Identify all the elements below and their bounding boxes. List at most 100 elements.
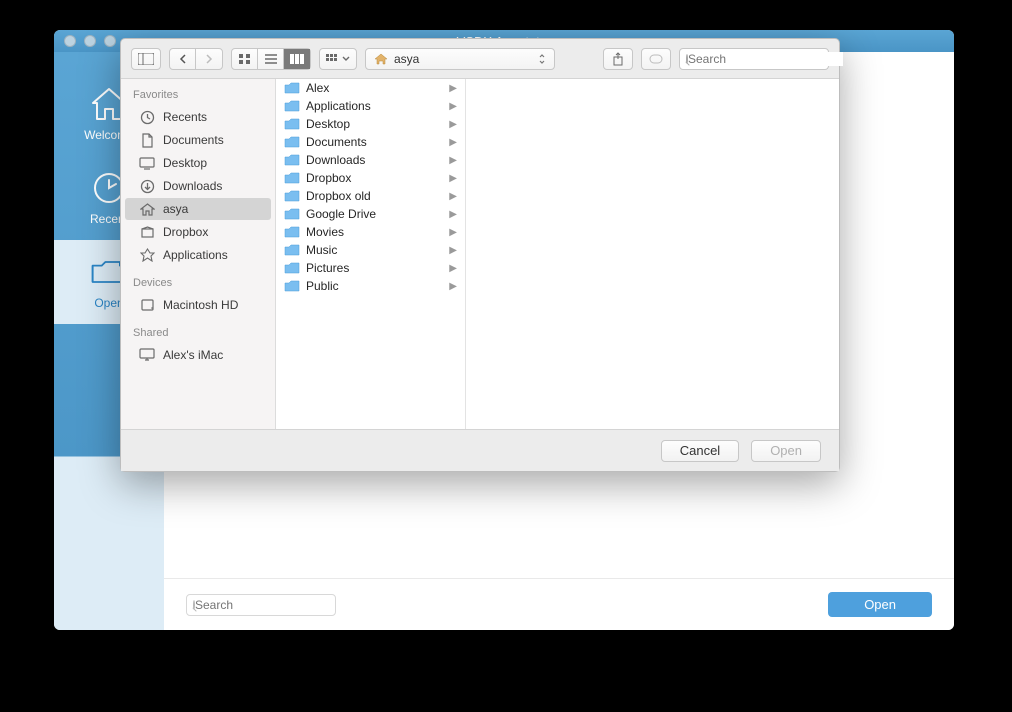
- chevron-right-icon: ▶: [449, 119, 457, 130]
- bottom-search[interactable]: [186, 594, 336, 616]
- chevron-right-icon: ▶: [449, 155, 457, 166]
- bottom-search-input[interactable]: [195, 598, 350, 612]
- list-item-label: Dropbox old: [306, 189, 371, 203]
- view-list-button[interactable]: [258, 49, 284, 69]
- list-item-label: Alex: [306, 81, 329, 95]
- folder-icon: [284, 154, 300, 166]
- folder-icon: [284, 82, 300, 94]
- folder-icon: [284, 136, 300, 148]
- traffic-zoom[interactable]: [104, 35, 116, 47]
- folder-icon: [284, 226, 300, 238]
- chevron-right-icon: ▶: [449, 137, 457, 148]
- recents-icon: [139, 110, 155, 124]
- view-columns-button[interactable]: [284, 49, 310, 69]
- folder-icon: [284, 208, 300, 220]
- list-item-label: Applications: [306, 99, 371, 113]
- disk-icon: [139, 298, 155, 312]
- folder-icon: [284, 172, 300, 184]
- sidebar-row-label: Recents: [163, 110, 207, 124]
- sidebar-row-label: asya: [163, 202, 188, 216]
- dialog-column-2[interactable]: [466, 79, 839, 429]
- dialog-column-1[interactable]: Alex▶Applications▶Desktop▶Documents▶Down…: [276, 79, 466, 429]
- list-item-label: Downloads: [306, 153, 365, 167]
- path-dropdown[interactable]: asya: [365, 48, 555, 70]
- list-item-label: Desktop: [306, 117, 350, 131]
- back-button[interactable]: [170, 49, 196, 69]
- list-item[interactable]: Movies ▶: [276, 223, 465, 241]
- share-button[interactable]: [603, 48, 633, 70]
- list-item[interactable]: Applications ▶: [276, 97, 465, 115]
- open-button[interactable]: Open: [751, 440, 821, 462]
- dialog-footer: Cancel Open: [121, 429, 839, 471]
- arrange-group[interactable]: [319, 48, 357, 70]
- list-item[interactable]: Downloads ▶: [276, 151, 465, 169]
- list-item[interactable]: Music ▶: [276, 241, 465, 259]
- folder-icon: [284, 118, 300, 130]
- list-item-label: Movies: [306, 225, 344, 239]
- chevron-right-icon: ▶: [449, 191, 457, 202]
- sidebar-row[interactable]: Alex's iMac: [125, 344, 271, 366]
- cancel-button[interactable]: Cancel: [661, 440, 739, 462]
- search-icon: [686, 54, 688, 64]
- chevron-updown-icon: [538, 53, 546, 65]
- dropbox-icon: [139, 225, 155, 239]
- list-item[interactable]: Documents▶: [276, 133, 465, 151]
- sidebar-section-header: Devices: [121, 267, 275, 293]
- sidebar-row[interactable]: Desktop: [125, 152, 271, 174]
- imac-icon: [139, 348, 155, 362]
- sidebar-row[interactable]: Documents: [125, 129, 271, 151]
- sidebar-row-label: Alex's iMac: [163, 348, 223, 362]
- documents-icon: [139, 133, 155, 147]
- list-item[interactable]: Pictures▶: [276, 259, 465, 277]
- chevron-right-icon: ▶: [449, 101, 457, 112]
- list-item[interactable]: Public▶: [276, 277, 465, 295]
- sidebar-row[interactable]: Recents: [125, 106, 271, 128]
- traffic-minimize[interactable]: [84, 35, 96, 47]
- apps-icon: [139, 248, 155, 262]
- chevron-right-icon: ▶: [449, 245, 457, 256]
- dialog-search-input[interactable]: [688, 52, 843, 66]
- list-item[interactable]: Desktop ▶: [276, 115, 465, 133]
- path-label: asya: [394, 52, 419, 66]
- sidebar-row[interactable]: Downloads: [125, 175, 271, 197]
- view-icons-button[interactable]: [232, 49, 258, 69]
- sidebar-row[interactable]: Applications: [125, 244, 271, 266]
- list-item-label: Public: [306, 279, 339, 293]
- tags-button[interactable]: [641, 48, 671, 70]
- sidebar-section-header: Favorites: [121, 79, 275, 105]
- folder-icon: [284, 244, 300, 256]
- forward-button[interactable]: [196, 49, 222, 69]
- sidebar-row[interactable]: Dropbox: [125, 221, 271, 243]
- list-item-label: Music: [306, 243, 337, 257]
- chevron-right-icon: ▶: [449, 227, 457, 238]
- folder-icon: [284, 280, 300, 292]
- sidebar-row-label: Documents: [163, 133, 224, 147]
- grid-icon: [326, 54, 338, 64]
- dialog-sidebar[interactable]: Favorites Recents Documents DesktopDownload…: [121, 79, 276, 429]
- sidebar-row[interactable]: asya: [125, 198, 271, 220]
- traffic-close[interactable]: [64, 35, 76, 47]
- home-icon: [139, 202, 155, 216]
- open-dialog: asya FavoritesRecentsDocumentsDesktopDow…: [120, 38, 840, 472]
- list-item-label: Pictures: [306, 261, 349, 275]
- sidebar-row[interactable]: Macintosh HD: [125, 294, 271, 316]
- chevron-right-icon: ▶: [449, 83, 457, 94]
- nav-back-forward: [169, 48, 223, 70]
- sidebar-section-header: Shared: [121, 317, 275, 343]
- view-mode-group: [231, 48, 311, 70]
- sidebar-toggle-button[interactable]: [131, 48, 161, 70]
- chevron-down-icon: [342, 56, 350, 62]
- dialog-body: FavoritesRecentsDocumentsDesktopDownload…: [121, 79, 839, 429]
- list-item[interactable]: Dropbox old ▶: [276, 187, 465, 205]
- open-button-bottom[interactable]: Open: [828, 592, 932, 617]
- list-item[interactable]: Alex ▶: [276, 79, 465, 97]
- desktop-icon: [139, 156, 155, 170]
- dialog-toolbar: asya: [121, 39, 839, 79]
- list-item[interactable]: Dropbox▶: [276, 169, 465, 187]
- chevron-right-icon: ▶: [449, 209, 457, 220]
- list-item-label: Dropbox: [306, 171, 351, 185]
- list-item[interactable]: Google Drive▶: [276, 205, 465, 223]
- dialog-search[interactable]: [679, 48, 829, 70]
- sidebar-row-label: Macintosh HD: [163, 298, 238, 312]
- bottom-bar: Open: [164, 578, 954, 630]
